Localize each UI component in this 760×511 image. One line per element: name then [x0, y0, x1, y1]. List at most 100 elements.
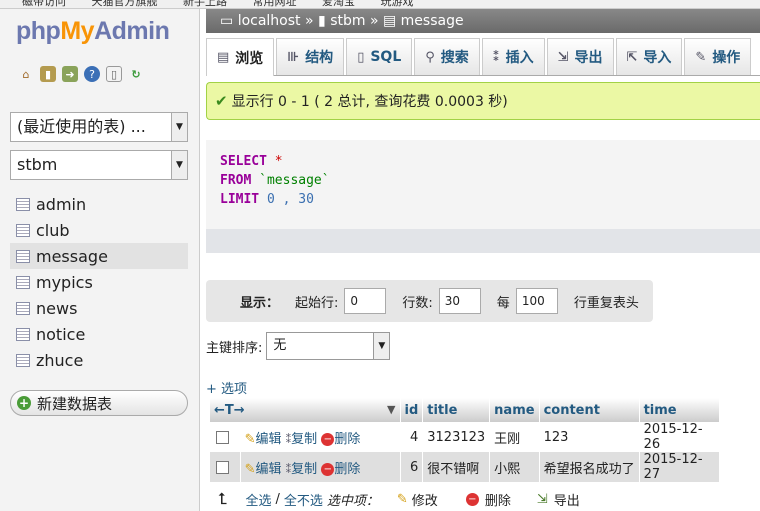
chevron-down-icon: ▼	[171, 113, 187, 141]
table-item-label: message	[36, 246, 108, 266]
query-window-icon[interactable]: ➜	[62, 66, 78, 82]
table-icon	[16, 249, 30, 263]
sort-select[interactable]: 无 ▼	[266, 332, 391, 360]
help-icon[interactable]: ?	[84, 66, 100, 82]
cell-id: 6	[400, 452, 424, 482]
sql-icon: ▯	[357, 49, 365, 65]
show-label: 显示：	[240, 295, 280, 311]
sql-table-name: `message`	[259, 173, 330, 188]
table-icon	[16, 301, 30, 315]
sql-keyword: SELECT	[220, 154, 267, 169]
bookmark-item[interactable]: 天猫官方旗舰	[92, 0, 158, 8]
logo-my: My	[60, 17, 95, 45]
sort-arrow-icon[interactable]: ▼	[387, 403, 395, 416]
pencil-icon: ✎	[396, 491, 408, 507]
tab-label: 导出	[574, 50, 603, 66]
table-icon	[16, 275, 30, 289]
sql-number: 0	[266, 192, 275, 207]
bulk-export-button[interactable]: 导出	[554, 490, 580, 509]
table-item-news[interactable]: news	[10, 295, 188, 321]
bookmark-item[interactable]: 常用网址	[253, 0, 297, 8]
copy-link[interactable]: 复制	[291, 462, 317, 477]
table-item-label: admin	[36, 194, 87, 214]
table-item-message[interactable]: message	[10, 243, 188, 269]
bookmark-item[interactable]: 爱淘宝	[322, 0, 355, 8]
breadcrumb-database[interactable]: stbm	[330, 13, 365, 29]
check-all-link[interactable]: 全选	[245, 490, 271, 509]
tab-label: SQL	[370, 49, 402, 65]
sort-value: 无	[273, 338, 287, 353]
table-item-notice[interactable]: notice	[10, 321, 188, 347]
row-checkbox[interactable]	[216, 430, 229, 444]
table-icon	[16, 327, 30, 341]
home-icon[interactable]: ⌂	[18, 66, 34, 82]
logout-icon[interactable]: ▮	[40, 66, 56, 82]
tab-sql[interactable]: ▯ SQL	[346, 38, 413, 75]
table-item-zhuce[interactable]: zhuce	[10, 347, 188, 373]
tab-import[interactable]: ⇱ 导入	[615, 38, 683, 75]
bookmarks-bar: 磁带访问 天猫官方旗舰 新手上路 常用网址 爱淘宝 玩游戏	[0, 0, 760, 9]
options-link[interactable]: + 选项	[206, 378, 247, 397]
edit-link[interactable]: 编辑	[256, 432, 282, 447]
breadcrumb-server[interactable]: localhost	[238, 13, 301, 29]
table-item-club[interactable]: club	[10, 217, 188, 243]
sql-star: *	[274, 154, 283, 169]
every-label: 每	[496, 295, 510, 311]
column-header-name[interactable]: name	[489, 398, 540, 422]
table-item-label: news	[36, 298, 78, 318]
repeat-header-input[interactable]: 100	[515, 288, 558, 314]
table-item-admin[interactable]: admin	[10, 191, 188, 217]
delete-icon: −	[321, 432, 335, 446]
recent-tables-value: (最近使用的表) ...	[17, 117, 146, 136]
bookmark-item[interactable]: 玩游戏	[381, 0, 414, 8]
delete-link[interactable]: 删除	[334, 432, 360, 447]
edit-link[interactable]: 编辑	[256, 462, 282, 477]
tab-browse[interactable]: ▤ 浏览	[206, 38, 275, 76]
operations-icon: ✎	[695, 49, 707, 65]
sql-query-box: SELECT * FROM `message` LIMIT 0 , 30	[206, 140, 760, 230]
bulk-delete-button[interactable]: 删除	[485, 490, 511, 509]
reload-icon[interactable]: ↻	[128, 66, 144, 82]
table-item-mypics[interactable]: mypics	[10, 269, 188, 295]
breadcrumb: ▭ localhost » ▮ stbm » ▤ message	[206, 9, 760, 33]
tab-export[interactable]: ⇲ 导出	[546, 38, 614, 75]
phpmyadmin-logo[interactable]: phpMyAdmin	[16, 17, 170, 46]
tab-operations[interactable]: ✎ 操作	[684, 38, 752, 75]
column-header-content[interactable]: content	[539, 398, 640, 422]
browse-icon: ▤	[217, 50, 230, 65]
tab-structure[interactable]: ⊪ 结构	[276, 38, 345, 75]
copy-link[interactable]: 复制	[291, 432, 317, 447]
bookmark-item[interactable]: 新手上路	[183, 0, 227, 8]
recent-tables-select[interactable]: (最近使用的表) ... ▼	[10, 112, 188, 142]
cell-title: 3123123	[422, 422, 491, 452]
cell-name: 小熙	[489, 452, 540, 482]
new-table-button[interactable]: + 新建数据表	[10, 390, 188, 416]
plus-icon: +	[17, 396, 31, 410]
tab-label: 导入	[643, 50, 672, 66]
uncheck-all-link[interactable]: 全不选	[284, 490, 323, 509]
arrow-up-left-icon: ⮤	[218, 489, 228, 508]
bulk-edit-button[interactable]: 修改	[412, 490, 438, 509]
rows-input[interactable]: 30	[438, 288, 481, 314]
pencil-icon: ✎	[244, 461, 256, 477]
bookmark-item[interactable]: 磁带访问	[22, 0, 66, 8]
docs-icon[interactable]: ▯	[106, 66, 122, 82]
delete-link[interactable]: 删除	[334, 462, 360, 477]
tab-insert[interactable]: ⁑ 插入	[481, 38, 545, 75]
column-header-title[interactable]: title	[422, 398, 491, 422]
database-select[interactable]: stbm ▼	[10, 150, 188, 180]
sql-code: SELECT * FROM `message` LIMIT 0 , 30	[220, 152, 330, 209]
column-header-time[interactable]: time	[639, 398, 720, 422]
tab-search[interactable]: ⚲ 搜索	[414, 38, 480, 75]
start-row-input[interactable]: 0	[344, 288, 387, 314]
breadcrumb-separator: »	[304, 13, 314, 29]
row-checkbox[interactable]	[216, 460, 229, 474]
column-arrows-icon[interactable]: ←T→	[214, 403, 245, 418]
sql-number: 30	[298, 192, 314, 207]
breadcrumb-table[interactable]: message	[401, 13, 464, 29]
table-icon	[16, 197, 30, 211]
cell-content: 123	[539, 422, 640, 452]
table-header-row: ←T→ ▼ id title name content time	[210, 398, 720, 422]
results-table: ←T→ ▼ id title name content time ✎编辑 ⁑复制 …	[210, 398, 720, 482]
column-header-id[interactable]: id	[400, 398, 424, 422]
